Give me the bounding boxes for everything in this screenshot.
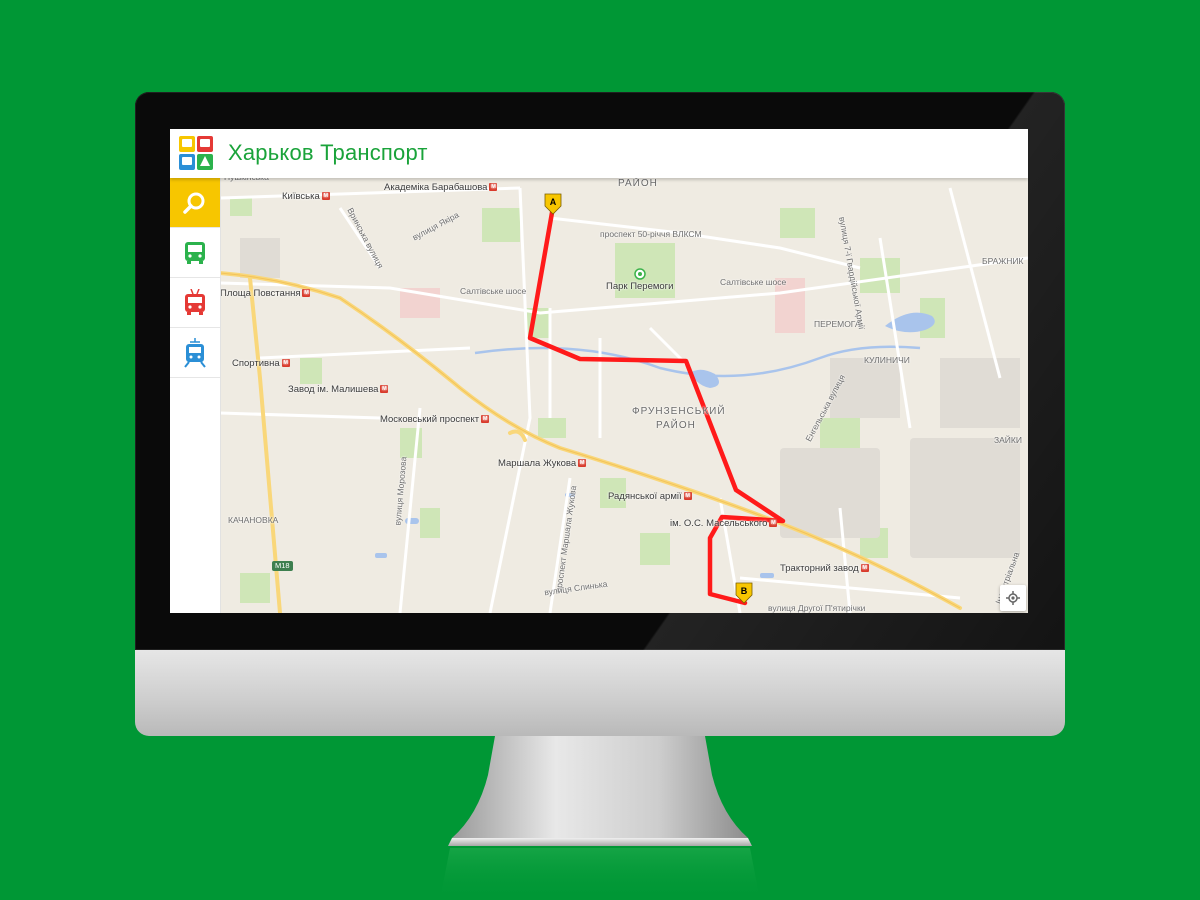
district-label: РАЙОН <box>618 178 658 189</box>
route-start-marker[interactable]: A <box>544 193 562 215</box>
metro-label[interactable]: Маршала Жукова <box>498 458 586 469</box>
road-shield: M18 <box>272 561 293 571</box>
transport-logo-icon <box>179 136 213 170</box>
area-label: КУЛИНИЧИ <box>864 355 910 365</box>
map-canvas: A B <box>220 186 1028 613</box>
metro-label[interactable]: ім. О.С. Масельського <box>670 518 777 529</box>
district-label: ФРУНЗЕНСЬКИЙ <box>632 406 726 417</box>
transport-sidebar <box>170 178 221 613</box>
app-screen: Харьков Транспорт A B Київська м Академі… <box>170 129 1028 613</box>
metro-label[interactable]: Спортивна <box>232 358 290 369</box>
area-label: ПЕРЕМОГА <box>814 319 861 329</box>
metro-label[interactable]: Тракторний завод <box>780 563 869 574</box>
tram-icon <box>184 337 206 368</box>
bus-button[interactable] <box>170 228 220 278</box>
street-label: Салтівське шосе <box>720 277 787 287</box>
park-label[interactable]: Парк Перемоги <box>606 281 673 292</box>
street-label: проспект 50-річчя ВЛКСМ <box>600 229 702 239</box>
district-label: РАЙОН <box>656 420 696 431</box>
bus-icon <box>185 241 205 264</box>
metro-label[interactable]: Радянської армії <box>608 491 692 502</box>
city-map[interactable]: A B Київська Академіка Барабашова Площа … <box>220 172 1028 613</box>
metro-label[interactable]: Московський проспект <box>380 414 489 425</box>
app-header: Харьков Транспорт <box>170 129 1028 178</box>
app-title: Харьков Транспорт <box>228 140 428 165</box>
marker-a-label: A <box>550 197 557 207</box>
area-label: КАЧАНОВКА <box>228 515 279 525</box>
metro-label[interactable]: Площа Повстання <box>220 288 310 299</box>
area-label: ЗАЙКИ <box>994 435 1022 445</box>
metro-label[interactable]: Завод ім. Малишева <box>288 384 388 395</box>
marker-b-label: B <box>741 586 748 596</box>
metro-label[interactable]: Київська <box>282 191 330 202</box>
monitor-chin <box>135 650 1065 736</box>
search-icon <box>183 192 205 214</box>
street-label: вулиця Другої П'ятирічки <box>768 603 866 613</box>
tram-button[interactable] <box>170 328 220 378</box>
street-label: Салтівське шосе <box>460 286 527 296</box>
trolleybus-button[interactable] <box>170 278 220 328</box>
locate-me-icon <box>1006 591 1020 605</box>
locate-me-button[interactable] <box>1000 585 1026 611</box>
search-button[interactable] <box>170 178 220 228</box>
area-label: БРАЖНИК <box>982 256 1024 266</box>
metro-label[interactable]: Академіка Барабашова <box>384 182 497 193</box>
trolleybus-icon <box>185 288 205 315</box>
